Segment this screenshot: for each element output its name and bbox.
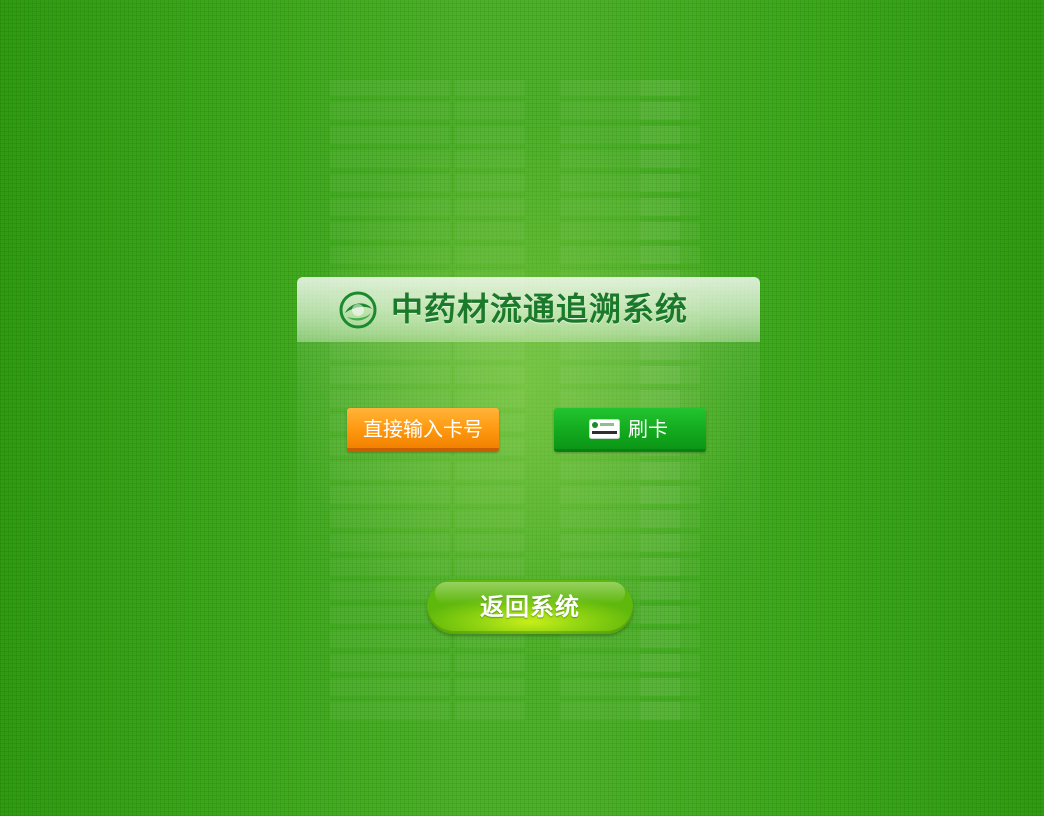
swipe-card-button[interactable]: 刷卡 [554,408,706,452]
leaf-globe-logo-icon [339,291,377,329]
card-icon [589,419,620,439]
panel-header: 中药材流通追溯系统 [297,277,760,341]
page-title: 中药材流通追溯系统 [391,290,689,328]
swipe-card-label: 刷卡 [628,417,668,441]
return-system-label: 返回系统 [480,592,580,621]
manual-card-entry-button[interactable]: 直接输入卡号 [347,408,499,452]
return-system-button[interactable]: 返回系统 [427,580,633,634]
